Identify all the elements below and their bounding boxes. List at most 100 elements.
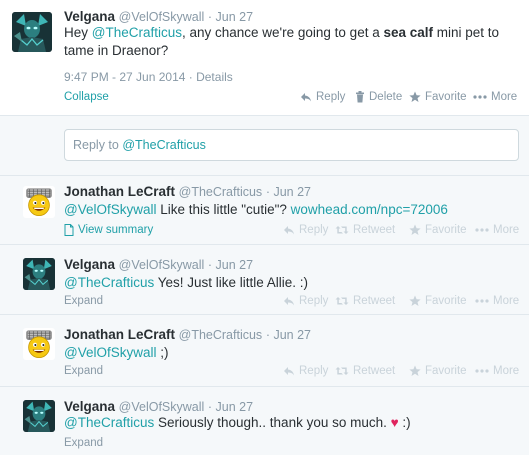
reply-button[interactable]: Reply	[300, 91, 355, 103]
tweet-actions: Reply Delete Favorite More	[300, 91, 517, 103]
more-label: More	[493, 224, 520, 236]
author-name[interactable]: Jonathan LeCraft	[64, 327, 175, 342]
tweet-actions: Reply Retweet Favorite More	[283, 224, 519, 236]
author-handle[interactable]: @VelOfSkywall	[119, 10, 205, 24]
favorite-label: Favorite	[425, 365, 467, 377]
tweet-date[interactable]: · Jun 27	[266, 328, 311, 342]
reply-label: Reply	[299, 365, 329, 377]
author-handle[interactable]: @TheCrafticus	[179, 328, 263, 342]
reply-tweet[interactable]: Jonathan LeCraft @TheCrafticus · Jun 27 …	[0, 176, 529, 245]
reply-button[interactable]: Reply	[283, 295, 335, 307]
reply-placeholder: Reply to	[73, 138, 123, 152]
tweet-date[interactable]: · Jun 27	[208, 258, 253, 272]
retweet-label: Retweet	[353, 365, 396, 377]
retweet-icon	[335, 366, 349, 376]
reply-tweet[interactable]: Velgana @VelOfSkywall · Jun 27 @TheCraft…	[0, 245, 529, 315]
star-icon	[409, 91, 421, 103]
reply-label: Reply	[299, 295, 329, 307]
avatar[interactable]	[23, 400, 55, 432]
more-label: More	[493, 365, 520, 377]
tweet-header: Velgana @VelOfSkywall · Jun 27	[64, 257, 253, 272]
author-handle[interactable]: @VelOfSkywall	[119, 400, 205, 414]
star-icon	[409, 224, 421, 236]
tweet-text: @TheCrafticus Yes! Just like little Alli…	[64, 274, 308, 292]
more-label: More	[493, 295, 520, 307]
delete-label: Delete	[369, 91, 403, 103]
reply-tweet[interactable]: Velgana @VelOfSkywall · Jun 27 @TheCraft…	[0, 387, 529, 455]
retweet-button[interactable]: Retweet	[335, 365, 409, 377]
avatar[interactable]	[12, 12, 52, 52]
reply-button[interactable]: Reply	[283, 224, 335, 236]
expand-link[interactable]: Expand	[64, 295, 103, 307]
avatar[interactable]	[23, 328, 55, 360]
avatar[interactable]	[23, 258, 55, 290]
tweet-text-part: Seriously though.. thank you so much.	[154, 415, 391, 430]
url-link[interactable]: wowhead.com/npc=72006	[291, 202, 448, 217]
retweet-label: Retweet	[353, 224, 396, 236]
collapse-link[interactable]: Collapse	[64, 91, 109, 103]
tweet-header: Jonathan LeCraft @TheCrafticus · Jun 27	[64, 184, 311, 199]
mention-link[interactable]: @TheCrafticus	[92, 25, 182, 40]
author-name[interactable]: Jonathan LeCraft	[64, 184, 175, 199]
more-button[interactable]: More	[475, 224, 519, 236]
more-button[interactable]: More	[475, 295, 519, 307]
favorite-button[interactable]: Favorite	[409, 91, 473, 103]
view-summary-link[interactable]: View summary	[64, 224, 153, 236]
tweet-text-part: , any chance we're going to get a	[182, 25, 384, 40]
expand-link[interactable]: Expand	[64, 365, 103, 377]
more-button[interactable]: More	[475, 365, 519, 377]
mention-link[interactable]: @VelOfSkywall	[64, 202, 156, 217]
timestamp[interactable]: 9:47 PM - 27 Jun 2014	[64, 70, 185, 84]
favorite-label: Favorite	[425, 295, 467, 307]
favorite-button[interactable]: Favorite	[409, 365, 475, 377]
reply-tweet[interactable]: Jonathan LeCraft @TheCrafticus · Jun 27 …	[0, 315, 529, 387]
reply-icon	[300, 92, 312, 102]
reply-icon	[283, 296, 295, 306]
retweet-button[interactable]: Retweet	[335, 224, 409, 236]
details-link[interactable]: · Details	[189, 70, 233, 84]
expand-link[interactable]: Expand	[64, 437, 103, 449]
author-name[interactable]: Velgana	[64, 257, 115, 272]
star-icon	[409, 295, 421, 307]
tweet-date[interactable]: · Jun 27	[208, 400, 253, 414]
tweet-text: @VelOfSkywall ;)	[64, 344, 168, 362]
avatar[interactable]	[23, 186, 55, 218]
reply-label: Reply	[316, 91, 346, 103]
star-icon	[409, 365, 421, 377]
mention-link[interactable]: @VelOfSkywall	[64, 345, 156, 360]
tweet-date[interactable]: · Jun 27	[266, 185, 311, 199]
view-summary-label: View summary	[78, 224, 154, 236]
tweet-date[interactable]: · Jun 27	[208, 10, 253, 24]
tweet-text: Hey @TheCrafticus, any chance we're goin…	[64, 24, 519, 60]
trash-icon	[355, 91, 365, 103]
reply-zone: Reply to @TheCrafticus	[0, 116, 529, 176]
reply-input[interactable]: Reply to @TheCrafticus	[64, 129, 519, 161]
more-label: More	[491, 91, 518, 103]
retweet-label: Retweet	[353, 295, 396, 307]
author-name[interactable]: Velgana	[64, 399, 115, 414]
mention-link[interactable]: @TheCrafticus	[64, 415, 154, 430]
tweet-text-bold: sea calf	[383, 25, 434, 40]
mention-link[interactable]: @TheCrafticus	[64, 275, 154, 290]
favorite-button[interactable]: Favorite	[409, 224, 475, 236]
tweet-header: Jonathan LeCraft @TheCrafticus · Jun 27	[64, 327, 311, 342]
favorite-label: Favorite	[425, 91, 467, 103]
tweet-text-part: Yes! Just like little Allie. :)	[154, 275, 309, 290]
tweet-text-part: Hey	[64, 25, 92, 40]
author-name[interactable]: Velgana	[64, 9, 115, 24]
retweet-button[interactable]: Retweet	[335, 295, 409, 307]
more-button[interactable]: More	[473, 91, 517, 103]
tweet-actions: Reply Retweet Favorite More	[283, 295, 519, 307]
tweet-text: @VelOfSkywall Like this little "cutie"? …	[64, 201, 448, 219]
reply-button[interactable]: Reply	[283, 365, 335, 377]
more-icon	[473, 95, 487, 99]
author-handle[interactable]: @TheCrafticus	[179, 185, 263, 199]
reply-icon	[283, 225, 295, 235]
favorite-label: Favorite	[425, 224, 467, 236]
tweet-text-part: ;)	[156, 345, 169, 360]
favorite-button[interactable]: Favorite	[409, 295, 475, 307]
tweet-text: @TheCrafticus Seriously though.. thank y…	[64, 414, 411, 432]
delete-button[interactable]: Delete	[355, 91, 409, 103]
author-handle[interactable]: @VelOfSkywall	[119, 258, 205, 272]
reply-icon	[283, 366, 295, 376]
